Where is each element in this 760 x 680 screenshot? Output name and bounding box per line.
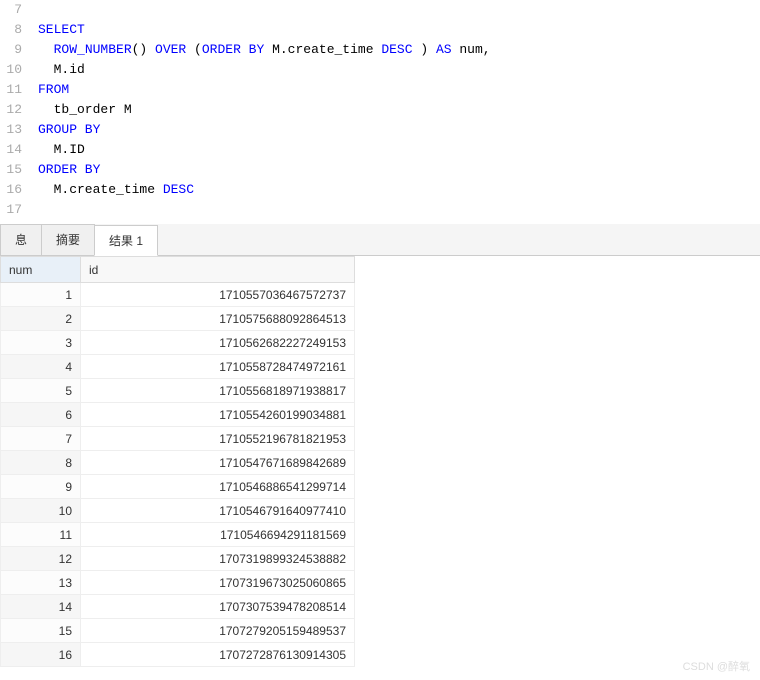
table-row[interactable]: 151707279205159489537 [1,619,355,643]
table-row[interactable]: 41710558728474972161 [1,355,355,379]
table-row[interactable]: 141707307539478208514 [1,595,355,619]
code-line[interactable]: M.create_time DESC [38,180,760,200]
table-row[interactable]: 111710546694291181569 [1,523,355,547]
tab-摘要[interactable]: 摘要 [41,224,95,255]
table-row[interactable]: 81710547671689842689 [1,451,355,475]
result-tabs: 息摘要结果 1 [0,224,760,256]
cell-num[interactable]: 15 [1,619,81,643]
code-line[interactable]: M.id [38,60,760,80]
cell-num[interactable]: 10 [1,499,81,523]
code-line[interactable]: ORDER BY [38,160,760,180]
line-number: 16 [0,180,22,200]
cell-id[interactable]: 1707272876130914305 [81,643,355,667]
results-panel: num id 117105570364675727372171057568809… [0,256,760,667]
cell-num[interactable]: 1 [1,283,81,307]
cell-num[interactable]: 4 [1,355,81,379]
line-number: 15 [0,160,22,180]
results-table[interactable]: num id 117105570364675727372171057568809… [0,256,355,667]
table-row[interactable]: 11710557036467572737 [1,283,355,307]
table-row[interactable]: 131707319673025060865 [1,571,355,595]
cell-num[interactable]: 8 [1,451,81,475]
line-number: 11 [0,80,22,100]
watermark: CSDN @醉氧 [683,658,750,674]
cell-id[interactable]: 1710557036467572737 [81,283,355,307]
line-gutter: 7891011121314151617 [0,0,30,220]
cell-num[interactable]: 9 [1,475,81,499]
line-number: 9 [0,40,22,60]
cell-id[interactable]: 1707319899324538882 [81,547,355,571]
cell-id[interactable]: 1710562682227249153 [81,331,355,355]
cell-num[interactable]: 13 [1,571,81,595]
sql-editor[interactable]: 7891011121314151617 SELECT ROW_NUMBER() … [0,0,760,220]
cell-id[interactable]: 1710546694291181569 [81,523,355,547]
cell-num[interactable]: 3 [1,331,81,355]
code-line[interactable]: GROUP BY [38,120,760,140]
table-row[interactable]: 91710546886541299714 [1,475,355,499]
cell-num[interactable]: 16 [1,643,81,667]
code-line[interactable]: ROW_NUMBER() OVER (ORDER BY M.create_tim… [38,40,760,60]
line-number: 10 [0,60,22,80]
code-line[interactable]: M.ID [38,140,760,160]
line-number: 12 [0,100,22,120]
line-number: 8 [0,20,22,40]
cell-id[interactable]: 1710546791640977410 [81,499,355,523]
table-row[interactable]: 71710552196781821953 [1,427,355,451]
cell-id[interactable]: 1707307539478208514 [81,595,355,619]
col-header-num[interactable]: num [1,257,81,283]
cell-num[interactable]: 6 [1,403,81,427]
table-row[interactable]: 61710554260199034881 [1,403,355,427]
code-line[interactable]: SELECT [38,20,760,40]
cell-id[interactable]: 1710556818971938817 [81,379,355,403]
code-line[interactable] [38,200,760,220]
cell-num[interactable]: 14 [1,595,81,619]
cell-num[interactable]: 7 [1,427,81,451]
code-line[interactable]: FROM [38,80,760,100]
cell-id[interactable]: 1707319673025060865 [81,571,355,595]
tab-息[interactable]: 息 [0,224,42,255]
table-row[interactable]: 101710546791640977410 [1,499,355,523]
results-body: 1171055703646757273721710575688092864513… [1,283,355,667]
cell-id[interactable]: 1710552196781821953 [81,427,355,451]
cell-id[interactable]: 1707279205159489537 [81,619,355,643]
cell-id[interactable]: 1710558728474972161 [81,355,355,379]
cell-id[interactable]: 1710547671689842689 [81,451,355,475]
line-number: 13 [0,120,22,140]
code-line[interactable]: tb_order M [38,100,760,120]
cell-id[interactable]: 1710554260199034881 [81,403,355,427]
cell-num[interactable]: 11 [1,523,81,547]
line-number: 14 [0,140,22,160]
cell-num[interactable]: 5 [1,379,81,403]
table-row[interactable]: 51710556818971938817 [1,379,355,403]
code-area[interactable]: SELECT ROW_NUMBER() OVER (ORDER BY M.cre… [30,0,760,220]
cell-id[interactable]: 1710575688092864513 [81,307,355,331]
code-line[interactable] [38,0,760,20]
table-row[interactable]: 161707272876130914305 [1,643,355,667]
table-row[interactable]: 121707319899324538882 [1,547,355,571]
cell-num[interactable]: 2 [1,307,81,331]
tab-结果 1[interactable]: 结果 1 [94,225,158,256]
table-row[interactable]: 21710575688092864513 [1,307,355,331]
table-row[interactable]: 31710562682227249153 [1,331,355,355]
line-number: 7 [0,0,22,20]
line-number: 17 [0,200,22,220]
col-header-id[interactable]: id [81,257,355,283]
cell-id[interactable]: 1710546886541299714 [81,475,355,499]
cell-num[interactable]: 12 [1,547,81,571]
